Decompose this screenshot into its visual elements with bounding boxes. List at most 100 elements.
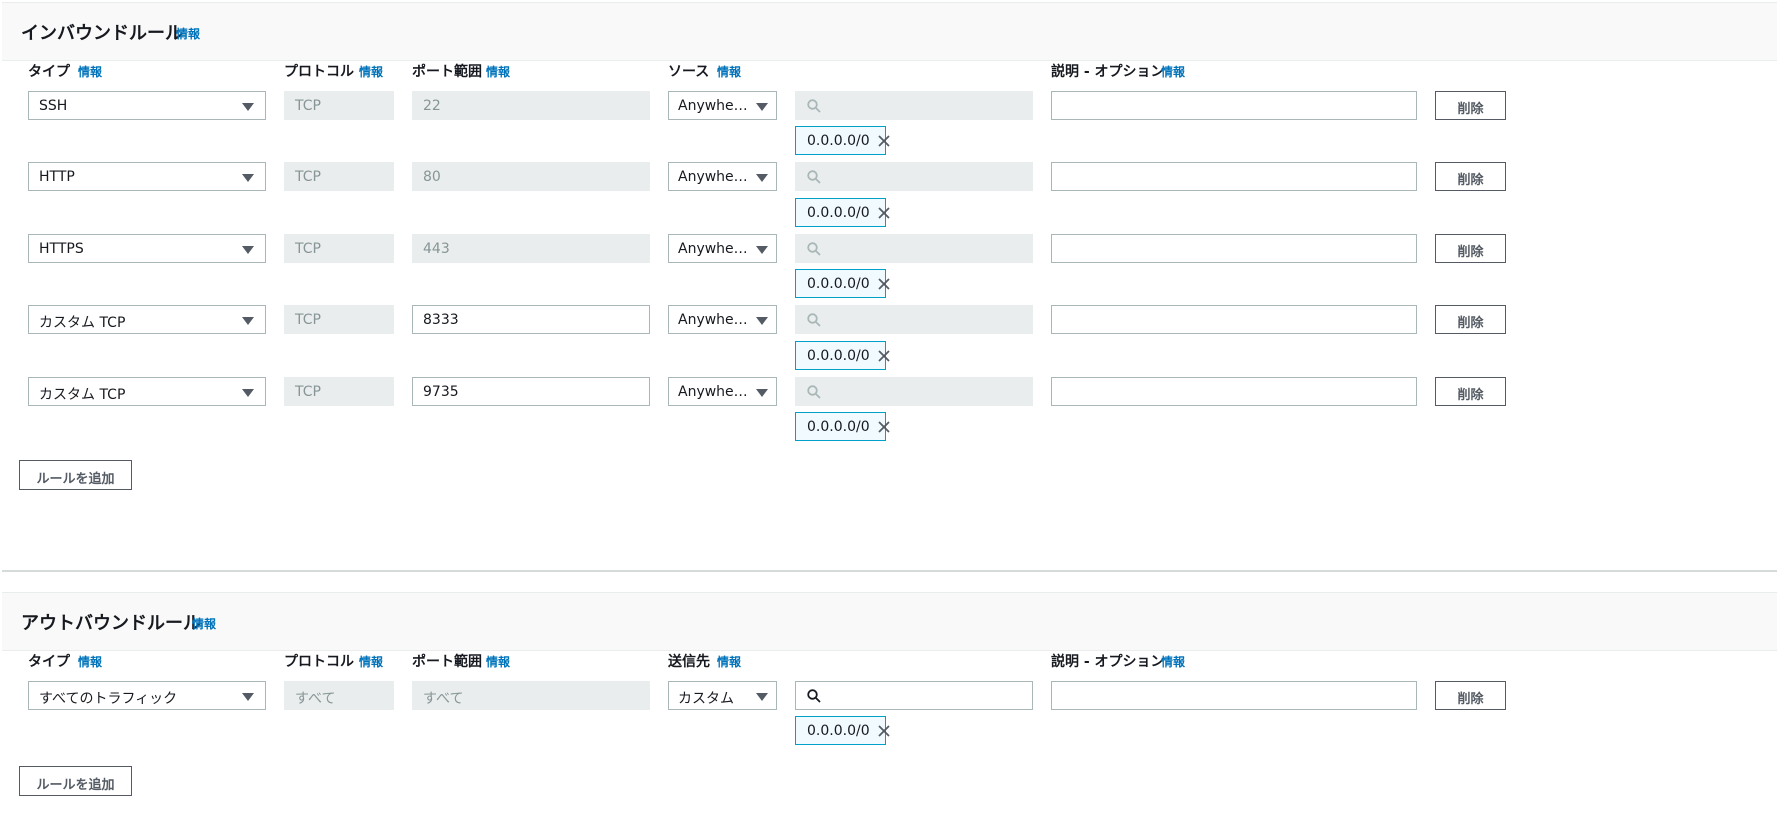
search-icon [807, 689, 821, 703]
protocol-column-label: プロトコル [284, 654, 354, 670]
destination-select[interactable]: カスタム [668, 681, 777, 710]
close-icon[interactable] [877, 206, 891, 220]
protocol-info-link[interactable]: 情報 [359, 653, 383, 670]
close-icon[interactable] [877, 724, 891, 738]
description-info-link[interactable]: 情報 [1161, 653, 1185, 670]
caret-down-icon [756, 389, 768, 397]
cidr-search-input[interactable] [795, 681, 1033, 710]
delete-rule-button[interactable]: 削除 [1435, 162, 1506, 191]
outbound-rules-title: アウトバウンドルール [21, 613, 201, 634]
cidr-token-label: 0.0.0.0/0 [807, 348, 870, 364]
cidr-token: 0.0.0.0/0 [795, 269, 890, 298]
cidr-token: 0.0.0.0/0 [795, 126, 890, 155]
delete-rule-button[interactable]: 削除 [1435, 377, 1506, 406]
rule-type-select[interactable]: すべてのトラフィック [28, 681, 266, 710]
rule-type-select[interactable]: SSH [28, 91, 266, 120]
caret-down-icon [242, 246, 254, 254]
inbound-rules-panel: インバウンドルール 情報 タイプ 情報 プロトコル 情報 ポート範囲 情報 ソー… [2, 2, 1777, 572]
protocol-info-link[interactable]: 情報 [359, 63, 383, 80]
close-icon[interactable] [877, 277, 891, 291]
rule-type-value: カスタム TCP [39, 387, 126, 403]
search-icon [807, 313, 821, 327]
protocol-field: TCP [284, 305, 394, 334]
rule-type-value: SSH [39, 98, 68, 114]
port-range-info-link[interactable]: 情報 [486, 653, 510, 670]
search-icon [807, 242, 821, 256]
add-outbound-rule-button[interactable]: ルールを追加 [19, 766, 132, 796]
rule-type-value: すべてのトラフィック [39, 691, 178, 707]
port-range-field: 443 [412, 234, 650, 263]
description-field[interactable] [1051, 681, 1417, 710]
rule-type-select[interactable]: HTTPS [28, 234, 266, 263]
source-select[interactable]: Anywhere-I... [668, 234, 777, 263]
port-range-field[interactable]: 8333 [412, 305, 650, 334]
description-field[interactable] [1051, 91, 1417, 120]
cidr-token-label: 0.0.0.0/0 [807, 276, 870, 292]
cidr-search-input[interactable] [795, 305, 1033, 334]
cidr-search-input[interactable] [795, 234, 1033, 263]
caret-down-icon [242, 317, 254, 325]
port-range-field: すべて [412, 681, 650, 710]
description-column-label: 説明 - オプション [1051, 654, 1165, 670]
outbound-rules-header: アウトバウンドルール 情報 [2, 593, 1777, 651]
rule-type-value: カスタム TCP [39, 315, 126, 331]
protocol-field: TCP [284, 234, 394, 263]
type-info-link[interactable]: 情報 [78, 653, 102, 670]
description-info-link[interactable]: 情報 [1161, 63, 1185, 80]
port-range-field: 22 [412, 91, 650, 120]
source-column-label: ソース [668, 64, 710, 80]
caret-down-icon [242, 174, 254, 182]
inbound-rules-title: インバウンドルール [21, 23, 183, 44]
protocol-field: TCP [284, 377, 394, 406]
search-icon [807, 170, 821, 184]
port-range-field: 80 [412, 162, 650, 191]
rule-type-select[interactable]: カスタム TCP [28, 377, 266, 406]
cidr-token-label: 0.0.0.0/0 [807, 723, 870, 739]
close-icon[interactable] [877, 134, 891, 148]
delete-rule-button[interactable]: 削除 [1435, 234, 1506, 263]
rule-type-select[interactable]: カスタム TCP [28, 305, 266, 334]
cidr-token: 0.0.0.0/0 [795, 412, 890, 441]
search-icon [807, 99, 821, 113]
rule-type-value: HTTPS [39, 241, 84, 257]
delete-rule-button[interactable]: 削除 [1435, 91, 1506, 120]
inbound-rules-info-link[interactable]: 情報 [176, 25, 200, 42]
source-select[interactable]: Anywhere-I... [668, 162, 777, 191]
source-info-link[interactable]: 情報 [717, 63, 741, 80]
cidr-search-input[interactable] [795, 162, 1033, 191]
inbound-rules-header: インバウンドルール 情報 [2, 3, 1777, 61]
port-range-field[interactable]: 9735 [412, 377, 650, 406]
caret-down-icon [756, 693, 768, 701]
outbound-rules-info-link[interactable]: 情報 [192, 615, 216, 632]
search-icon [807, 385, 821, 399]
caret-down-icon [756, 174, 768, 182]
delete-rule-button[interactable]: 削除 [1435, 305, 1506, 334]
source-select[interactable]: Anywhere-I... [668, 305, 777, 334]
caret-down-icon [242, 693, 254, 701]
close-icon[interactable] [877, 349, 891, 363]
description-field[interactable] [1051, 234, 1417, 263]
description-field[interactable] [1051, 377, 1417, 406]
description-field[interactable] [1051, 162, 1417, 191]
description-column-label: 説明 - オプション [1051, 64, 1165, 80]
caret-down-icon [756, 246, 768, 254]
delete-rule-button[interactable]: 削除 [1435, 681, 1506, 710]
type-column-label: タイプ [28, 654, 70, 670]
cidr-token: 0.0.0.0/0 [795, 716, 890, 745]
add-inbound-rule-button[interactable]: ルールを追加 [19, 460, 132, 490]
caret-down-icon [756, 103, 768, 111]
source-select[interactable]: Anywhere-I... [668, 91, 777, 120]
type-info-link[interactable]: 情報 [78, 63, 102, 80]
source-select[interactable]: Anywhere-I... [668, 377, 777, 406]
port-range-info-link[interactable]: 情報 [486, 63, 510, 80]
rule-type-select[interactable]: HTTP [28, 162, 266, 191]
close-icon[interactable] [877, 420, 891, 434]
rule-type-value: HTTP [39, 169, 75, 185]
cidr-search-input[interactable] [795, 91, 1033, 120]
cidr-search-input[interactable] [795, 377, 1033, 406]
cidr-token: 0.0.0.0/0 [795, 198, 890, 227]
destination-column-label: 送信先 [668, 654, 710, 670]
description-field[interactable] [1051, 305, 1417, 334]
destination-info-link[interactable]: 情報 [717, 653, 741, 670]
outbound-rules-panel: アウトバウンドルール 情報 タイプ 情報 プロトコル 情報 ポート範囲 情報 送… [2, 592, 1777, 829]
